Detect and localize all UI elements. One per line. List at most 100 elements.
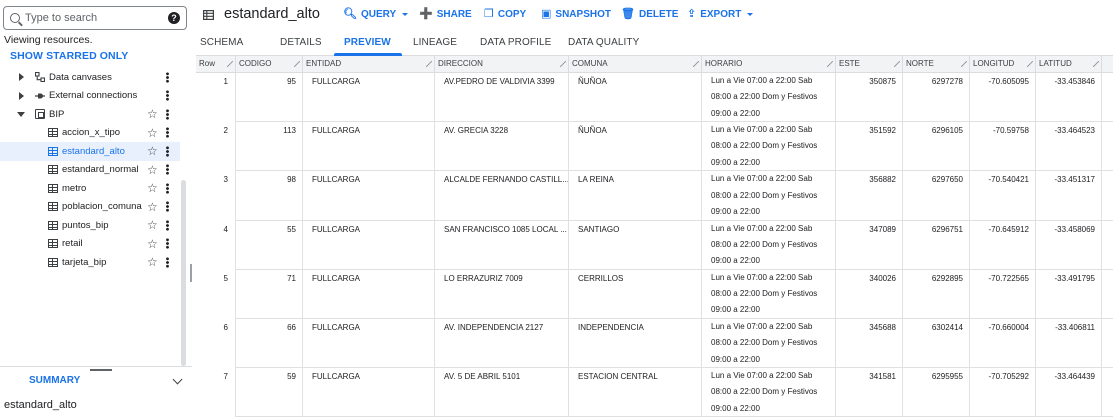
copy-button[interactable]: ❐ COPY	[484, 9, 526, 21]
cell-entidad[interactable]: FULLCARGA	[303, 220, 435, 270]
cell-horario[interactable]: Lun a Vie 07:00 a 22:00 Sab 08:00 a 22:0…	[702, 122, 836, 172]
cell-horario[interactable]: Lun a Vie 07:00 a 22:00 Sab 08:00 a 22:0…	[702, 318, 836, 369]
more-options-icon[interactable]	[166, 238, 169, 250]
more-options-icon[interactable]	[166, 201, 169, 213]
expand-caret-icon[interactable]	[19, 73, 24, 82]
scrollbar-thumb[interactable]	[181, 180, 186, 366]
tab-data-profile[interactable]: DATA PROFILE	[480, 37, 551, 48]
row-number[interactable]: 7	[196, 368, 236, 418]
cell-codigo[interactable]: 113	[236, 122, 303, 172]
tree-item-table[interactable]: accion_x_tipo ☆	[0, 124, 180, 143]
column-resize-handle[interactable]	[827, 61, 833, 67]
tab-schema[interactable]: SCHEMA	[200, 37, 243, 48]
cell-direccion[interactable]: AV. GRECIA 3228	[435, 122, 569, 172]
cell-este[interactable]: 356882	[836, 171, 903, 221]
cell-direccion[interactable]: AV. 5 DE ABRIL 5101	[435, 368, 569, 418]
tree-item-table[interactable]: retail ☆	[0, 235, 180, 254]
cell-longitud[interactable]: -70.722565	[970, 269, 1036, 319]
help-icon[interactable]: ?	[168, 12, 180, 24]
cell-entidad[interactable]: FULLCARGA	[303, 318, 435, 369]
cell-latitud[interactable]: -33.491795	[1036, 269, 1102, 319]
cell-latitud[interactable]: -33.451317	[1036, 171, 1102, 221]
cell-latitud[interactable]: -33.458069	[1036, 220, 1102, 270]
column-header-entidad[interactable]: ENTIDAD	[303, 56, 435, 73]
column-resize-handle[interactable]	[1093, 61, 1099, 67]
cell-comuna[interactable]: ÑUÑOA	[569, 73, 702, 123]
tab-preview[interactable]: PREVIEW	[344, 37, 391, 48]
panel-resize-handle[interactable]	[190, 264, 192, 282]
cell-latitud[interactable]: -33.453846	[1036, 73, 1102, 123]
cell-direccion[interactable]: SAN FRANCISCO 1085 LOCAL ...	[435, 220, 569, 270]
row-number[interactable]: 6	[196, 318, 236, 369]
star-icon[interactable]: ☆	[147, 164, 158, 176]
column-header-longitud[interactable]: LONGITUD	[970, 56, 1036, 73]
column-resize-handle[interactable]	[426, 61, 432, 67]
cell-norte[interactable]: 6297278	[903, 73, 970, 123]
cell-comuna[interactable]: LA REINA	[569, 171, 702, 221]
cell-norte[interactable]: 6295955	[903, 368, 970, 418]
tab-lineage[interactable]: LINEAGE	[413, 37, 457, 48]
cell-horario[interactable]: Lun a Vie 07:00 a 22:00 Sab 08:00 a 22:0…	[702, 73, 836, 123]
collapse-caret-icon[interactable]	[17, 111, 25, 117]
cell-este[interactable]: 340026	[836, 269, 903, 319]
more-options-icon[interactable]	[166, 145, 169, 157]
column-header-horario[interactable]: HORARIO	[702, 56, 836, 73]
star-icon[interactable]: ☆	[147, 145, 158, 157]
more-options-icon[interactable]	[166, 182, 169, 194]
column-header-latitud[interactable]: LATITUD	[1036, 56, 1102, 73]
more-options-icon[interactable]	[166, 108, 169, 120]
column-header-direccion[interactable]: DIRECCION	[435, 56, 569, 73]
export-button[interactable]: ⇪ EXPORT	[687, 9, 754, 20]
cell-norte[interactable]: 6302414	[903, 318, 970, 369]
star-icon[interactable]: ☆	[147, 182, 158, 194]
cell-latitud[interactable]: -33.464523	[1036, 122, 1102, 172]
cell-longitud[interactable]: -70.705292	[970, 368, 1036, 418]
column-resize-handle[interactable]	[961, 61, 967, 67]
cell-longitud[interactable]: -70.59758	[970, 122, 1036, 172]
search-box[interactable]: Type to search ?	[3, 6, 187, 30]
tree-item-table[interactable]: tarjeta_bip ☆	[0, 253, 180, 272]
cell-latitud[interactable]: -33.464439	[1036, 368, 1102, 418]
cell-longitud[interactable]: -70.645912	[970, 220, 1036, 270]
more-options-icon[interactable]	[166, 127, 169, 139]
column-resize-handle[interactable]	[560, 61, 566, 67]
tree-item-bip-dataset[interactable]: BIP ☆	[0, 105, 180, 124]
star-icon[interactable]: ☆	[147, 219, 158, 231]
tree-item-table[interactable]: estandard_normal ☆	[0, 161, 180, 180]
row-number[interactable]: 3	[196, 171, 236, 221]
cell-comuna[interactable]: INDEPENDENCIA	[569, 318, 702, 369]
more-options-icon[interactable]	[166, 219, 169, 231]
cell-este[interactable]: 351592	[836, 122, 903, 172]
star-icon[interactable]: ☆	[147, 127, 158, 139]
delete-button[interactable]: 🗑︎ DELETE	[621, 9, 678, 21]
column-resize-handle[interactable]	[227, 61, 233, 67]
row-number[interactable]: 2	[196, 122, 236, 172]
cell-comuna[interactable]: CERRILLOS	[569, 269, 702, 319]
cell-direccion[interactable]: AV.PEDRO DE VALDIVIA 3399	[435, 73, 569, 123]
cell-horario[interactable]: Lun a Vie 07:00 a 22:00 Sab 08:00 a 22:0…	[702, 220, 836, 270]
more-options-icon[interactable]	[166, 164, 169, 176]
tree-item-external-connections[interactable]: External connections	[0, 87, 180, 106]
cell-codigo[interactable]: 71	[236, 269, 303, 319]
cell-norte[interactable]: 6297650	[903, 171, 970, 221]
cell-este[interactable]: 350875	[836, 73, 903, 123]
star-icon[interactable]: ☆	[147, 201, 158, 213]
more-options-icon[interactable]	[166, 71, 169, 83]
column-header-este[interactable]: ESTE	[836, 56, 903, 73]
cell-longitud[interactable]: -70.605095	[970, 73, 1036, 123]
cell-direccion[interactable]: AV. INDEPENDENCIA 2127	[435, 318, 569, 369]
row-number[interactable]: 5	[196, 269, 236, 319]
tree-item-table[interactable]: metro ☆	[0, 179, 180, 198]
query-button[interactable]: 🔍︎ QUERY	[343, 9, 409, 20]
cell-entidad[interactable]: FULLCARGA	[303, 171, 435, 221]
tree-item-data-canvases[interactable]: Data canvases	[0, 68, 180, 87]
cell-norte[interactable]: 6296105	[903, 122, 970, 172]
summary-tab[interactable]: SUMMARY	[29, 375, 80, 386]
expand-caret-icon[interactable]	[19, 91, 24, 100]
cell-longitud[interactable]: -70.660004	[970, 318, 1036, 369]
search-input[interactable]: Type to search	[25, 12, 168, 24]
star-icon[interactable]: ☆	[147, 108, 158, 120]
column-resize-handle[interactable]	[294, 61, 300, 67]
tab-data-quality[interactable]: DATA QUALITY	[568, 37, 639, 48]
row-number[interactable]: 1	[196, 73, 236, 123]
